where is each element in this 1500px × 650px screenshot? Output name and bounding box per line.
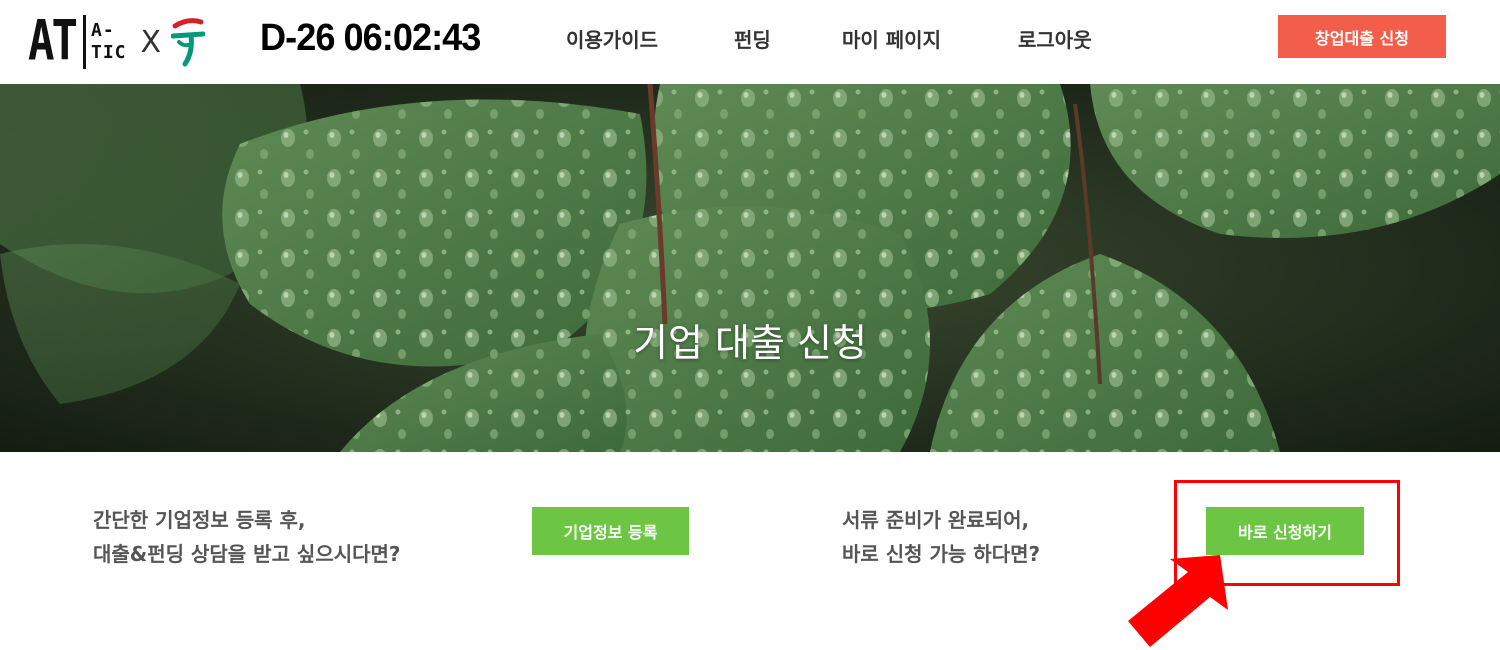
logo-atic: A- TIC (91, 20, 127, 64)
logo-at-text: AT (28, 9, 78, 74)
company-info-prompt-line1: 간단한 기업정보 등록 후, (93, 508, 306, 532)
company-info-prompt-line2: 대출&펀딩 상담을 받고 싶으시다면? (93, 542, 401, 566)
hero-banner: 기업 대출 신청 (0, 84, 1500, 452)
logo-divider (82, 15, 86, 69)
leaf-background-image (0, 84, 1500, 452)
logo-x: X (140, 24, 162, 60)
countdown-timer: D-26 06:02:43 (260, 17, 481, 59)
register-company-info-button[interactable]: 기업정보 등록 (532, 507, 689, 555)
logo-atic-top: A- (90, 20, 115, 41)
hero-title: 기업 대출 신청 (633, 321, 867, 365)
nav-my-page[interactable]: 마이 페이지 (842, 24, 941, 52)
hana-bank-logo-icon (170, 12, 206, 72)
nav-funding[interactable]: 펀딩 (734, 24, 771, 52)
site-logo[interactable]: AT A- TIC X (28, 9, 206, 74)
top-header: AT A- TIC X D-26 06:02:43 이용가이드 펀딩 마이 페이… (0, 0, 1500, 84)
nav-guide[interactable]: 이용가이드 (566, 24, 658, 52)
arrow-pointer-icon (1128, 555, 1228, 647)
logo-atic-bottom: TIC (90, 42, 127, 63)
company-info-prompt: 간단한 기업정보 등록 후, 대출&펀딩 상담을 받고 싶으시다면? (93, 503, 401, 571)
apply-now-prompt-line1: 서류 준비가 완료되어, (842, 508, 1030, 532)
nav-logout[interactable]: 로그아웃 (1018, 24, 1092, 52)
apply-now-prompt-line2: 바로 신청 가능 하다면? (842, 542, 1041, 566)
apply-now-prompt: 서류 준비가 완료되어, 바로 신청 가능 하다면? (842, 503, 1040, 571)
startup-loan-apply-button[interactable]: 창업대출 신청 (1278, 15, 1446, 58)
